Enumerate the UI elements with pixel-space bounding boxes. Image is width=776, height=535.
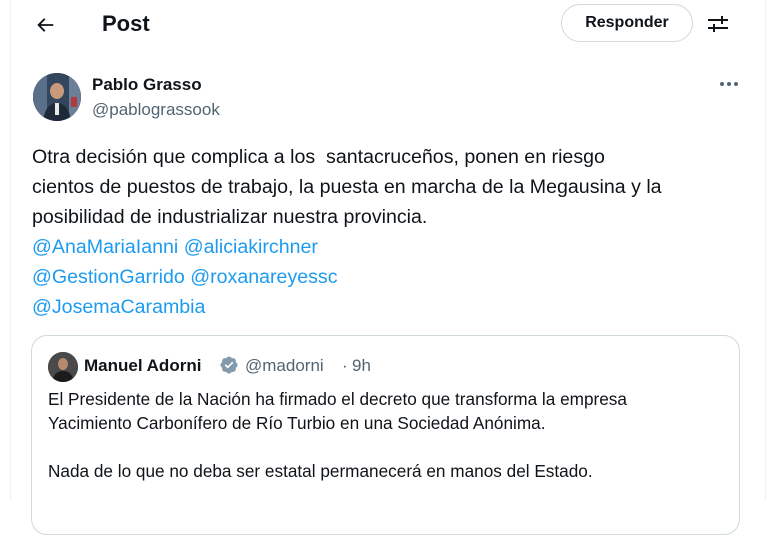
settings-button[interactable] xyxy=(704,10,732,38)
avatar-photo-icon xyxy=(33,73,81,121)
quoted-text-line: Yacimiento Carbonífero de Río Turbio en … xyxy=(48,413,546,433)
mention-link[interactable]: @roxanareyessc xyxy=(190,266,337,288)
avatar-photo-icon xyxy=(48,352,78,382)
separator-dot: · xyxy=(342,356,348,375)
tweet-text: Otra decisión que complica a los santacr… xyxy=(32,146,662,228)
quoted-tweet[interactable]: Manuel Adorni @madorni · 9h El President… xyxy=(31,335,740,535)
quoted-timestamp[interactable]: 9h xyxy=(352,355,371,377)
arrow-left-icon xyxy=(37,18,54,32)
verified-badge-icon xyxy=(219,355,239,375)
author-avatar[interactable] xyxy=(33,73,81,121)
mention-link[interactable]: @aliciakirchner xyxy=(184,236,318,258)
back-button[interactable] xyxy=(28,8,62,42)
page-title: Post xyxy=(102,11,150,36)
more-options-button[interactable] xyxy=(712,72,746,96)
more-dots-icon xyxy=(720,82,738,86)
quoted-text: El Presidente de la Nación ha firmado el… xyxy=(48,387,728,483)
author-handle[interactable]: @pablograssook xyxy=(92,100,220,120)
quoted-text-line: Nada de lo que no deba ser estatal perma… xyxy=(48,461,593,481)
column-border-right xyxy=(765,0,766,500)
column-border-left xyxy=(10,0,11,500)
author-name[interactable]: Pablo Grasso xyxy=(92,75,202,95)
mention-line: @JosemaCarambia xyxy=(32,292,205,322)
mention-link[interactable]: @JosemaCarambia xyxy=(32,296,205,318)
reply-button[interactable]: Responder xyxy=(561,4,693,42)
sliders-icon xyxy=(708,16,728,32)
mention-link[interactable]: @GestionGarrido xyxy=(32,266,185,288)
quoted-author-name[interactable]: Manuel Adorni xyxy=(84,355,201,377)
mention-link[interactable]: @AnaMariaIanni xyxy=(32,236,178,258)
quoted-author-handle[interactable]: @madorni xyxy=(245,355,324,377)
mention-line: @AnaMariaIanni @aliciakirchner xyxy=(32,232,318,262)
quoted-avatar[interactable] xyxy=(48,352,78,382)
mention-line: @GestionGarrido @roxanareyessc xyxy=(32,262,338,292)
quoted-text-line: El Presidente de la Nación ha firmado el… xyxy=(48,389,627,409)
